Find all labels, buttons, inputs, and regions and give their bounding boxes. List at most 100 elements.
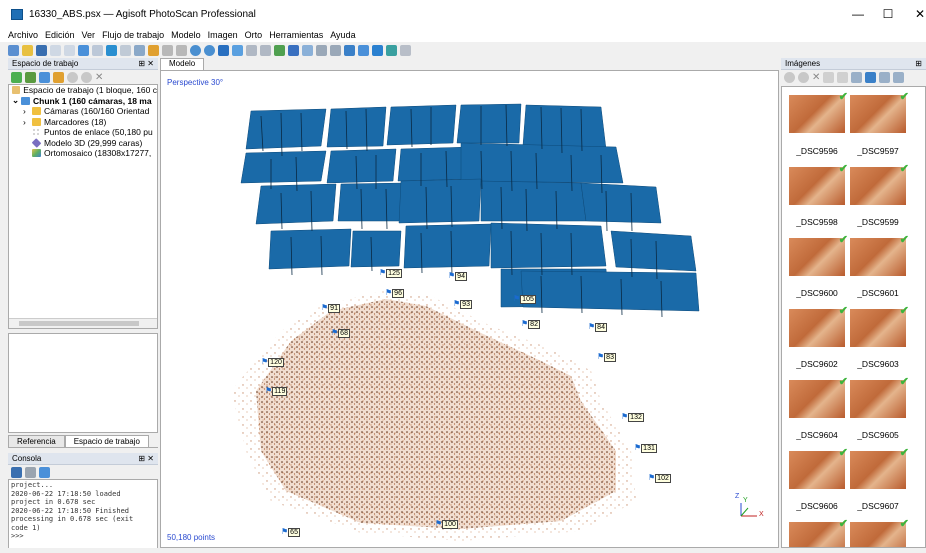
large-icons-icon[interactable] [865, 71, 877, 83]
menu-modelo[interactable]: Modelo [171, 30, 201, 40]
tab-model[interactable]: Modelo [160, 58, 205, 70]
undo-icon[interactable] [50, 44, 61, 56]
remove-icon[interactable]: ✕ [812, 72, 820, 83]
tree-item-markers[interactable]: › Marcadores (18) [9, 117, 157, 128]
reset-view-icon[interactable] [218, 44, 229, 56]
scrollbar-thumb[interactable] [19, 321, 139, 326]
expand-chevron-icon[interactable]: › [23, 106, 32, 116]
markers-icon[interactable] [358, 44, 369, 56]
reset-icon[interactable] [823, 71, 835, 83]
tree-item-cameras[interactable]: › Cámaras (160/160 Orientad [9, 106, 157, 117]
details-icon[interactable] [851, 71, 863, 83]
marker[interactable]: ⚑ 68 [331, 327, 350, 338]
menu-ver[interactable]: Ver [82, 30, 96, 40]
workspace-pin-close[interactable]: ⊞ ✕ [138, 59, 154, 68]
menu-herramientas[interactable]: Herramientas [269, 30, 323, 40]
image-thumbnail[interactable]: ✔ [850, 91, 909, 133]
images-grid[interactable]: ✔ ✔ _DSC9596 _DSC9597 ✔ ✔ _DSC9598 _DSC9… [781, 86, 926, 548]
horizontal-scrollbar[interactable] [9, 318, 157, 328]
cameras-icon[interactable] [344, 44, 355, 56]
images-pin[interactable]: ⊞ [915, 59, 922, 68]
shapes-icon[interactable] [372, 44, 383, 56]
add-marker-icon[interactable] [53, 71, 64, 83]
marker[interactable]: ⚑ 100 [435, 518, 458, 529]
move-icon[interactable] [120, 44, 131, 56]
zoom-out-icon[interactable] [204, 44, 215, 56]
shaded-icon[interactable] [274, 44, 285, 56]
clear-log-icon[interactable] [25, 466, 36, 478]
rotate-icon[interactable] [106, 44, 117, 56]
marker[interactable]: ⚑ 120 [261, 356, 284, 367]
redo-icon[interactable] [64, 44, 75, 56]
image-thumbnail[interactable]: ✔ [850, 376, 909, 418]
menu-ayuda[interactable]: Ayuda [330, 30, 355, 40]
new-icon[interactable] [8, 44, 19, 56]
rotate-icon[interactable] [837, 71, 849, 83]
image-thumbnail[interactable]: ✔ [789, 91, 848, 133]
add-folder-icon[interactable] [39, 71, 50, 83]
tab-workspace[interactable]: Espacio de trabajo [64, 435, 149, 447]
image-thumbnail[interactable]: ✔ [789, 163, 848, 205]
marker[interactable]: ⚑ 93 [453, 298, 472, 309]
menu-archivo[interactable]: Archivo [8, 30, 38, 40]
list-view-icon[interactable] [879, 71, 891, 83]
tree-item-tie-points[interactable]: Puntos de enlace (50,180 pu [9, 127, 157, 138]
marker[interactable]: ⚑ 65 [281, 526, 300, 537]
select-icon[interactable] [92, 44, 103, 56]
expand-chevron-icon[interactable]: › [23, 117, 32, 127]
image-thumbnail[interactable]: ✔ [789, 305, 848, 347]
console-output[interactable]: project... 2020-06-22 17:18:50 loaded pr… [8, 479, 158, 549]
close-button[interactable]: ✕ [900, 0, 926, 28]
image-thumbnail[interactable]: ✔ [789, 447, 848, 489]
marker[interactable]: ⚑ 131 [634, 442, 657, 453]
marker[interactable]: ⚑ 125 [379, 267, 402, 278]
marker[interactable]: ⚑ 84 [588, 321, 607, 332]
points-icon[interactable] [232, 44, 243, 56]
image-thumbnail[interactable]: ✔ [850, 447, 909, 489]
marker[interactable]: ⚑ 91 [321, 302, 340, 313]
menu-orto[interactable]: Orto [245, 30, 263, 40]
marker[interactable]: ⚑ 82 [521, 318, 540, 329]
disable-icon[interactable] [81, 71, 92, 83]
solid-icon[interactable] [288, 44, 299, 56]
add-photos-icon[interactable] [25, 71, 36, 83]
marker[interactable]: ⚑ 83 [597, 351, 616, 362]
image-thumbnail[interactable]: ✔ [789, 376, 848, 418]
enable-icon[interactable] [784, 71, 795, 83]
tiled-icon[interactable] [330, 44, 341, 56]
marker[interactable]: ⚑ 96 [385, 287, 404, 298]
textured-icon[interactable] [316, 44, 327, 56]
dem-icon[interactable] [400, 44, 411, 56]
tree-item-orthomosaic[interactable]: Ortomosaico (18308x17277, [9, 148, 157, 159]
dense-icon[interactable] [246, 44, 257, 56]
marker[interactable]: ⚑ 94 [448, 270, 467, 281]
ruler-icon[interactable] [134, 44, 145, 56]
marker[interactable]: ⚑ 132 [621, 411, 644, 422]
draw-icon[interactable] [148, 44, 159, 56]
tree-item-chunk[interactable]: ⌄ Chunk 1 (160 cámaras, 18 ma [9, 95, 157, 107]
image-thumbnail[interactable]: ✔ [850, 234, 909, 276]
enable-icon[interactable] [67, 71, 78, 83]
ortho-icon[interactable] [386, 44, 397, 56]
console-pin-close[interactable]: ⊞ ✕ [138, 454, 154, 463]
tree-item-workspace[interactable]: Espacio de trabajo (1 bloque, 160 c [9, 85, 157, 96]
image-thumbnail[interactable]: ✔ [850, 518, 909, 547]
marker[interactable]: ⚑ 105 [513, 293, 536, 304]
marker[interactable]: ⚑ 102 [648, 472, 671, 483]
tab-reference[interactable]: Referencia [8, 435, 65, 447]
image-thumbnail[interactable]: ✔ [850, 305, 909, 347]
add-chunk-icon[interactable] [11, 71, 22, 83]
run-script-icon[interactable] [39, 466, 50, 478]
mesh-icon[interactable] [260, 44, 271, 56]
save-log-icon[interactable] [11, 466, 22, 478]
disable-icon[interactable] [798, 71, 809, 83]
image-thumbnail[interactable]: ✔ [789, 234, 848, 276]
navigate-icon[interactable] [78, 44, 89, 56]
collapse-chevron-icon[interactable]: ⌄ [12, 95, 21, 106]
crop-icon[interactable] [176, 44, 187, 56]
save-icon[interactable] [36, 44, 47, 56]
image-thumbnail[interactable]: ✔ [789, 518, 848, 547]
tree-item-model[interactable]: Modelo 3D (29,999 caras) [9, 138, 157, 149]
zoom-in-icon[interactable] [190, 44, 201, 56]
open-icon[interactable] [22, 44, 33, 56]
